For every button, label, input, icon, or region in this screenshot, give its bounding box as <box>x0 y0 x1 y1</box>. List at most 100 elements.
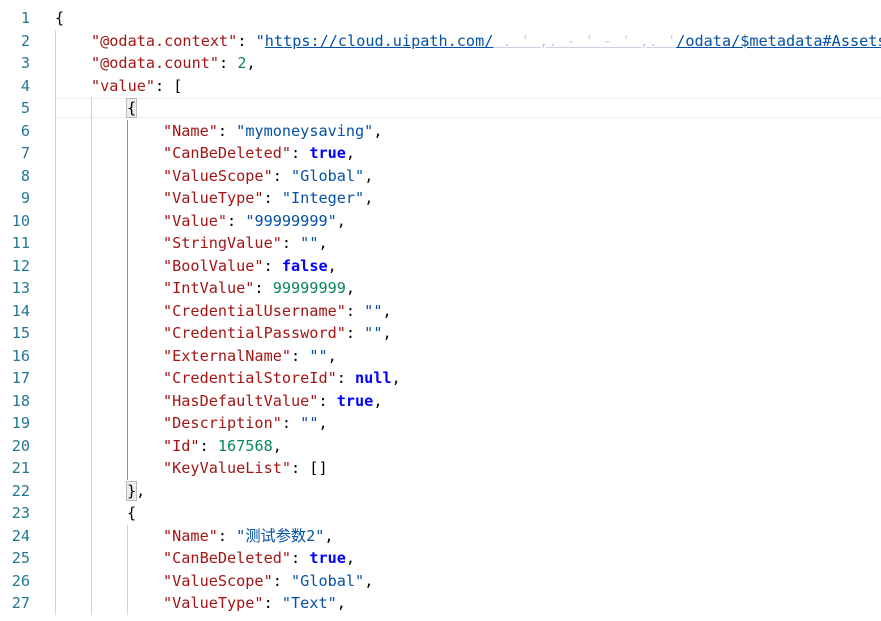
code-text: "CredentialPassword": "", <box>163 322 392 345</box>
code-line[interactable]: 3 "@odata.count": 2, <box>0 52 881 75</box>
code-line[interactable]: 6 "Name": "mymoneysaving", <box>0 120 881 143</box>
code-text: "value": [ <box>91 75 182 98</box>
line-number: 5 <box>20 99 30 117</box>
token-punct: , <box>318 234 328 252</box>
code-line[interactable]: 15 "CredentialPassword": "", <box>0 322 881 345</box>
line-number: 24 <box>11 526 30 545</box>
code-line[interactable]: 12 "BoolValue": false, <box>0 255 881 278</box>
token-punct: , <box>327 346 337 365</box>
token-punct: : <box>237 31 256 50</box>
line-number: 2 <box>20 31 30 50</box>
code-line[interactable]: 18 "HasDefaultValue": true, <box>0 390 881 413</box>
code-line[interactable]: 23 { <box>0 502 881 525</box>
code-text: "ValueScope": "Global", <box>163 165 373 188</box>
code-line[interactable]: 16 "ExternalName": "", <box>0 345 881 368</box>
code-text: "IntValue": 99999999, <box>163 277 355 300</box>
line-number: 9 <box>20 189 30 207</box>
token-punct: , <box>345 549 356 567</box>
token-key: "CredentialPassword" <box>163 324 346 342</box>
code-text: "ValueType": "Integer", <box>163 187 373 210</box>
code-text: "StringValue": "", <box>163 232 328 255</box>
token-string: "Global" <box>291 166 365 185</box>
code-line[interactable]: 21 "KeyValueList": [] <box>0 457 881 480</box>
token-punct: , <box>364 166 374 185</box>
token-punct: , <box>382 301 392 320</box>
code-line[interactable]: 22}, <box>0 480 881 503</box>
code-line[interactable]: 13 "IntValue": 99999999, <box>0 277 881 300</box>
token-punct: : <box>318 391 337 410</box>
token-punct: : <box>199 436 218 455</box>
code-text: "KeyValueList": [] <box>163 457 328 480</box>
line-number: 16 <box>11 346 30 365</box>
code-line[interactable]: 27 "ValueType": "Text", <box>0 592 881 615</box>
line-number: 4 <box>20 76 30 95</box>
code-line[interactable]: 14 "CredentialUsername": "", <box>0 300 881 323</box>
token-key: "ExternalName" <box>163 346 292 365</box>
redacted-url-segment[interactable]: . ' ,. - ' - ' ,. ' <box>493 32 677 50</box>
token-punct: , <box>373 391 383 410</box>
code-line[interactable]: 26 "ValueScope": "Global", <box>0 570 881 593</box>
code-line[interactable]: 5{ <box>0 97 881 120</box>
code-text: "CanBeDeleted": true, <box>163 142 355 165</box>
matched-bracket: } <box>125 480 138 501</box>
code-text: "Value": "99999999", <box>163 210 346 233</box>
token-key: "Id" <box>163 436 200 455</box>
code-text: "CredentialStoreId": null, <box>163 367 401 390</box>
code-line[interactable]: 7 "CanBeDeleted": true, <box>0 142 881 165</box>
code-line[interactable]: 24 "Name": "测试参数2", <box>0 525 881 548</box>
code-editor[interactable]: 1{2 "@odata.context": "https://cloud.uipa… <box>0 0 881 621</box>
line-number: 18 <box>11 391 30 410</box>
token-punct: : [ <box>155 76 183 95</box>
token-punct: : <box>263 594 282 612</box>
token-string: "" <box>300 414 319 432</box>
code-line[interactable]: 11 "StringValue": "", <box>0 232 881 255</box>
url-link[interactable]: /odata/$metadata#Assets <box>676 32 881 50</box>
token-punct: : <box>281 234 301 252</box>
code-text: "CredentialUsername": "", <box>163 300 392 323</box>
url-link[interactable]: https://cloud.uipath.com/ <box>265 32 494 50</box>
token-key: "@odata.count" <box>91 54 220 72</box>
token-punct: , <box>345 144 356 162</box>
line-number: 10 <box>11 211 30 230</box>
token-punct: , <box>382 324 392 342</box>
token-punct: , <box>318 414 328 432</box>
token-key: "CredentialUsername" <box>163 301 346 320</box>
code-line[interactable]: 9 "ValueType": "Integer", <box>0 187 881 210</box>
code-line[interactable]: 8 "ValueScope": "Global", <box>0 165 881 188</box>
code-line[interactable]: 17 "CredentialStoreId": null, <box>0 367 881 390</box>
token-punct: : <box>217 121 237 140</box>
token-punct: , <box>136 481 146 500</box>
code-line[interactable]: 20 "Id": 167568, <box>0 435 881 458</box>
token-string: "99999999" <box>245 211 337 230</box>
token-punct: : <box>345 324 365 342</box>
code-line[interactable]: 10 "Value": "99999999", <box>0 210 881 233</box>
token-keyword: null <box>355 369 392 387</box>
token-key: "HasDefaultValue" <box>163 391 319 410</box>
token-punct: : <box>227 211 246 230</box>
line-number: 17 <box>11 369 30 387</box>
code-line[interactable]: 1{ <box>0 7 881 30</box>
code-line[interactable]: 2 "@odata.context": "https://cloud.uipath… <box>0 30 881 53</box>
code-line[interactable]: 19 "Description": "", <box>0 412 881 435</box>
indent-guide-level-1 <box>55 29 56 615</box>
token-punct: , <box>373 121 383 140</box>
token-key: "ValueScope" <box>163 571 273 590</box>
token-punct: : <box>281 414 301 432</box>
code-text: "@odata.context": "https://cloud.uipath.… <box>91 30 881 53</box>
token-keyword: true <box>336 391 374 410</box>
code-line[interactable]: 4 "value": [ <box>0 75 881 98</box>
token-punct: : <box>263 189 282 207</box>
token-punct: : <box>219 54 238 72</box>
code-text: { <box>127 502 136 525</box>
token-string: "Integer" <box>281 189 365 207</box>
line-number: 14 <box>11 301 30 320</box>
code-text: "Id": 167568, <box>163 435 282 458</box>
token-keyword: true <box>309 144 346 162</box>
token-punct: , <box>324 526 334 545</box>
token-key: "IntValue" <box>163 279 255 297</box>
token-punct: : <box>272 571 292 590</box>
code-line[interactable]: 25 "CanBeDeleted": true, <box>0 547 881 570</box>
token-key: "ValueType" <box>163 189 264 207</box>
code-text: "HasDefaultValue": true, <box>163 390 382 413</box>
token-string: "mymoneysaving" <box>236 121 374 140</box>
